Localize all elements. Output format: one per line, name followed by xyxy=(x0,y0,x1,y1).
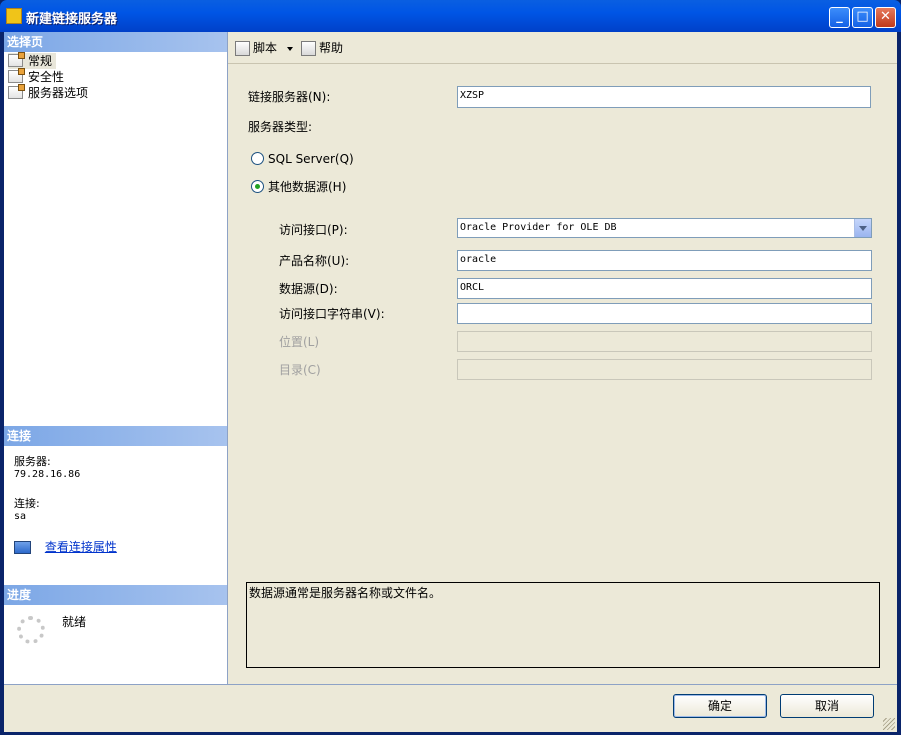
help-text: 数据源通常是服务器名称或文件名。 xyxy=(249,586,442,600)
radio-sql-server-dot[interactable] xyxy=(251,152,264,165)
resize-grip-icon[interactable] xyxy=(883,718,895,730)
cancel-button[interactable]: 取消 xyxy=(780,694,874,718)
view-connection-properties-link[interactable]: 查看连接属性 xyxy=(45,540,117,554)
help-button[interactable]: 帮助 xyxy=(301,40,343,56)
title-bar[interactable]: 新建链接服务器 _ □ ✕ xyxy=(0,0,901,32)
window-title: 新建链接服务器 xyxy=(26,11,118,26)
server-type-label: 服务器类型: xyxy=(248,120,313,134)
minimize-button[interactable]: _ xyxy=(829,7,850,28)
dialog-client: 选择页 常规 安全性 服务器选项 连接 服务器: 79.28.16.86 连接:… xyxy=(4,32,897,732)
provider-select[interactable]: Oracle Provider for OLE DB xyxy=(457,218,872,238)
provider-string-input[interactable] xyxy=(457,303,872,324)
script-icon xyxy=(235,41,250,56)
page-icon xyxy=(8,52,25,67)
app-icon xyxy=(6,8,22,24)
page-item-label: 常规 xyxy=(28,54,53,68)
progress-status: 就绪 xyxy=(62,615,87,629)
page-item-security[interactable]: 安全性 xyxy=(8,68,65,85)
maximize-button[interactable]: □ xyxy=(852,7,873,28)
server-value: 79.28.16.86 xyxy=(14,469,81,480)
data-source-label: 数据源(D): xyxy=(279,282,338,296)
data-source-input[interactable]: ORCL xyxy=(457,278,872,299)
radio-other-source-label: 其他数据源(H) xyxy=(268,180,347,194)
progress-spinner-icon xyxy=(17,616,45,644)
radio-other-source-dot[interactable] xyxy=(251,180,264,193)
provider-select-value: Oracle Provider for OLE DB xyxy=(460,222,617,233)
page-item-general[interactable]: 常规 xyxy=(8,52,57,69)
catalog-input xyxy=(457,359,872,380)
provider-string-label: 访问接口字符串(V): xyxy=(279,307,385,321)
page-item-server-options[interactable]: 服务器选项 xyxy=(8,84,89,101)
help-text-box: 数据源通常是服务器名称或文件名。 xyxy=(246,582,880,668)
view-connection-properties[interactable]: 查看连接属性 xyxy=(14,538,117,554)
connection-info: 连接: sa xyxy=(14,497,40,523)
linked-server-input[interactable]: XZSP xyxy=(457,86,871,108)
product-name-input[interactable]: oracle xyxy=(457,250,872,271)
script-label: 脚本 xyxy=(253,41,278,55)
right-pane: 脚本 帮助 链接服务器(N): XZSP 服务器类型: SQL Server(Q… xyxy=(228,32,897,684)
script-button[interactable]: 脚本 xyxy=(235,40,293,56)
dropdown-arrow-icon[interactable] xyxy=(286,46,293,51)
server-label: 服务器: xyxy=(14,455,51,468)
help-label: 帮助 xyxy=(319,41,344,55)
provider-label: 访问接口(P): xyxy=(279,223,348,237)
ok-button[interactable]: 确定 xyxy=(673,694,767,718)
close-button[interactable]: ✕ xyxy=(875,7,896,28)
left-pane: 选择页 常规 安全性 服务器选项 连接 服务器: 79.28.16.86 连接:… xyxy=(4,32,228,684)
product-name-label: 产品名称(U): xyxy=(279,254,350,268)
catalog-label: 目录(C) xyxy=(279,363,321,377)
select-page-header: 选择页 xyxy=(4,32,227,52)
radio-sql-server-label: SQL Server(Q) xyxy=(268,152,354,166)
chevron-down-icon[interactable] xyxy=(854,219,871,237)
connection-label: 连接: xyxy=(14,497,40,510)
toolbar: 脚本 帮助 xyxy=(228,32,897,64)
progress-header: 进度 xyxy=(4,585,227,605)
page-item-label: 服务器选项 xyxy=(28,86,89,100)
dialog-window: 新建链接服务器 _ □ ✕ 选择页 常规 安全性 服务器选项 连接 服务器: 7… xyxy=(0,0,901,735)
server-info: 服务器: 79.28.16.86 xyxy=(14,455,80,481)
connection-properties-icon xyxy=(14,541,31,554)
linked-server-label: 链接服务器(N): xyxy=(248,90,331,104)
connection-header: 连接 xyxy=(4,426,227,446)
page-icon xyxy=(8,68,25,83)
location-input xyxy=(457,331,872,352)
page-icon xyxy=(8,84,25,99)
connection-value: sa xyxy=(14,511,27,522)
button-bar: 确定 取消 xyxy=(4,684,897,732)
help-icon xyxy=(301,41,316,56)
page-item-label: 安全性 xyxy=(28,70,65,84)
location-label: 位置(L) xyxy=(279,335,320,349)
